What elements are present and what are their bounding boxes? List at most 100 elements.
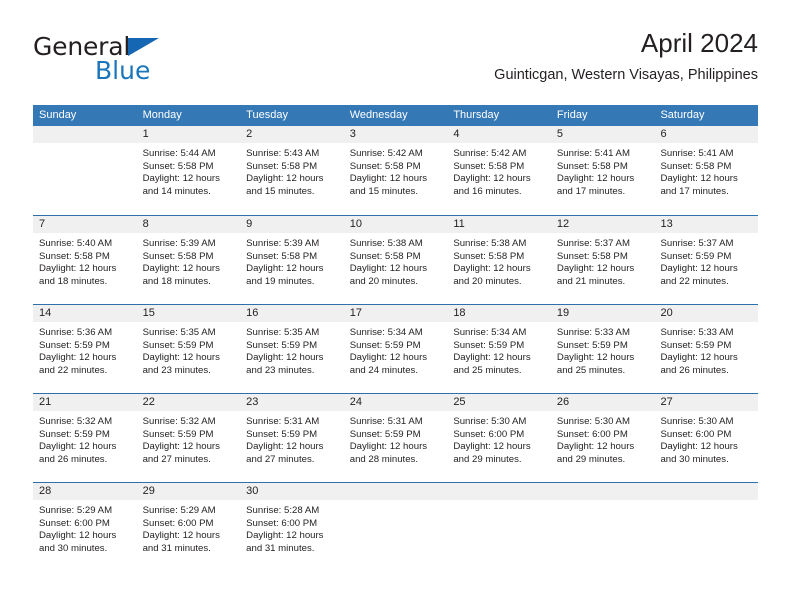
- calendar-day-cell[interactable]: 18 Sunrise: 5:34 AM Sunset: 5:59 PM Dayl…: [447, 305, 551, 393]
- day-details: Sunrise: 5:41 AM Sunset: 5:58 PM Dayligh…: [654, 143, 758, 198]
- sunset-text: Sunset: 5:59 PM: [246, 428, 318, 440]
- calendar-day-cell[interactable]: 21 Sunrise: 5:32 AM Sunset: 5:59 PM Dayl…: [33, 394, 137, 482]
- day-details: Sunrise: 5:31 AM Sunset: 5:59 PM Dayligh…: [240, 411, 344, 466]
- daylight-text-line2: and 22 minutes.: [39, 364, 108, 376]
- calendar-day-cell[interactable]: 25 Sunrise: 5:30 AM Sunset: 6:00 PM Dayl…: [447, 394, 551, 482]
- sunset-text: Sunset: 6:00 PM: [142, 517, 214, 529]
- daylight-text-line1: Daylight: 12 hours: [142, 441, 220, 453]
- day-number: 21: [33, 394, 137, 411]
- day-number: [550, 483, 655, 500]
- daylight-text-line2: and 28 minutes.: [349, 453, 419, 465]
- daylight-text-line2: and 23 minutes.: [246, 364, 315, 376]
- calendar-week-row: 1 Sunrise: 5:44 AM Sunset: 5:58 PM Dayli…: [33, 126, 759, 215]
- sunrise-text: Sunrise: 5:31 AM: [349, 416, 423, 427]
- calendar-day-cell: [447, 483, 551, 572]
- calendar-day-cell[interactable]: 11 Sunrise: 5:38 AM Sunset: 5:58 PM Dayl…: [447, 216, 551, 304]
- calendar-day-cell[interactable]: 30 Sunrise: 5:28 AM Sunset: 6:00 PM Dayl…: [240, 483, 344, 572]
- calendar-day-cell[interactable]: 7 Sunrise: 5:40 AM Sunset: 5:58 PM Dayli…: [33, 216, 137, 304]
- calendar-day-cell[interactable]: 27 Sunrise: 5:30 AM Sunset: 6:00 PM Dayl…: [654, 394, 759, 482]
- calendar-day-cell[interactable]: 23 Sunrise: 5:31 AM Sunset: 5:59 PM Dayl…: [240, 394, 344, 482]
- calendar-week-row: 14 Sunrise: 5:36 AM Sunset: 5:59 PM Dayl…: [33, 304, 759, 393]
- calendar-day-cell[interactable]: 15 Sunrise: 5:35 AM Sunset: 5:59 PM Dayl…: [136, 305, 241, 393]
- calendar-day-cell: [550, 483, 655, 572]
- daylight-text-line1: Daylight: 12 hours: [246, 173, 324, 185]
- calendar-day-cell[interactable]: 8 Sunrise: 5:39 AM Sunset: 5:58 PM Dayli…: [136, 216, 241, 304]
- day-details: Sunrise: 5:30 AM Sunset: 6:00 PM Dayligh…: [447, 411, 551, 466]
- daylight-text-line2: and 16 minutes.: [453, 185, 522, 197]
- day-details: [551, 500, 655, 505]
- sunset-text: Sunset: 6:00 PM: [39, 517, 110, 529]
- calendar-day-cell[interactable]: 10 Sunrise: 5:38 AM Sunset: 5:58 PM Dayl…: [343, 216, 448, 304]
- calendar-day-cell[interactable]: 9 Sunrise: 5:39 AM Sunset: 5:58 PM Dayli…: [240, 216, 344, 304]
- day-number: [654, 483, 759, 500]
- sunset-text: Sunset: 5:59 PM: [39, 428, 110, 440]
- day-details: [33, 143, 137, 148]
- calendar-day-cell[interactable]: 12 Sunrise: 5:37 AM Sunset: 5:58 PM Dayl…: [550, 216, 655, 304]
- calendar-day-cell[interactable]: 6 Sunrise: 5:41 AM Sunset: 5:58 PM Dayli…: [654, 126, 759, 215]
- sunset-text: Sunset: 5:58 PM: [39, 250, 110, 262]
- day-details: Sunrise: 5:31 AM Sunset: 5:59 PM Dayligh…: [344, 411, 448, 466]
- sunrise-text: Sunrise: 5:34 AM: [453, 327, 527, 338]
- calendar-day-cell[interactable]: 17 Sunrise: 5:34 AM Sunset: 5:59 PM Dayl…: [343, 305, 448, 393]
- sunrise-text: Sunrise: 5:43 AM: [246, 148, 320, 159]
- calendar-day-cell[interactable]: 16 Sunrise: 5:35 AM Sunset: 5:59 PM Dayl…: [240, 305, 344, 393]
- day-number: 2: [240, 126, 344, 143]
- sunrise-text: Sunrise: 5:31 AM: [246, 416, 320, 427]
- daylight-text-line1: Daylight: 12 hours: [660, 441, 738, 453]
- calendar-week-row: 21 Sunrise: 5:32 AM Sunset: 5:59 PM Dayl…: [33, 393, 759, 482]
- daylight-text-line2: and 31 minutes.: [142, 542, 211, 554]
- calendar-day-cell[interactable]: 13 Sunrise: 5:37 AM Sunset: 5:59 PM Dayl…: [654, 216, 759, 304]
- day-number: 5: [550, 126, 655, 143]
- sunset-text: Sunset: 5:59 PM: [246, 339, 318, 351]
- sunrise-text: Sunrise: 5:39 AM: [246, 238, 320, 249]
- calendar-day-cell[interactable]: 19 Sunrise: 5:33 AM Sunset: 5:59 PM Dayl…: [550, 305, 655, 393]
- sunrise-text: Sunrise: 5:30 AM: [453, 416, 527, 427]
- day-details: Sunrise: 5:35 AM Sunset: 5:59 PM Dayligh…: [137, 322, 241, 377]
- calendar-day-cell[interactable]: 29 Sunrise: 5:29 AM Sunset: 6:00 PM Dayl…: [136, 483, 241, 572]
- calendar-day-cell[interactable]: 5 Sunrise: 5:41 AM Sunset: 5:58 PM Dayli…: [550, 126, 655, 215]
- day-number: 17: [343, 305, 448, 322]
- logo-text-blue: Blue: [95, 56, 151, 85]
- calendar-day-cell[interactable]: 26 Sunrise: 5:30 AM Sunset: 6:00 PM Dayl…: [550, 394, 655, 482]
- day-number: 16: [240, 305, 344, 322]
- daylight-text-line2: and 25 minutes.: [453, 364, 522, 376]
- calendar-day-cell: [343, 483, 448, 572]
- calendar-day-cell[interactable]: 3 Sunrise: 5:42 AM Sunset: 5:58 PM Dayli…: [343, 126, 448, 215]
- daylight-text-line2: and 20 minutes.: [453, 275, 522, 287]
- day-number: 7: [33, 216, 137, 233]
- calendar-day-cell[interactable]: 28 Sunrise: 5:29 AM Sunset: 6:00 PM Dayl…: [33, 483, 137, 572]
- sunset-text: Sunset: 6:00 PM: [453, 428, 525, 440]
- weekday-header-thursday: Thursday: [453, 109, 500, 121]
- daylight-text-line1: Daylight: 12 hours: [246, 441, 324, 453]
- daylight-text-line1: Daylight: 12 hours: [453, 263, 531, 275]
- daylight-text-line1: Daylight: 12 hours: [453, 441, 531, 453]
- daylight-text-line2: and 20 minutes.: [349, 275, 419, 287]
- day-details: Sunrise: 5:39 AM Sunset: 5:58 PM Dayligh…: [240, 233, 344, 288]
- day-number: 29: [136, 483, 241, 500]
- calendar-day-cell[interactable]: 1 Sunrise: 5:44 AM Sunset: 5:58 PM Dayli…: [136, 126, 241, 215]
- calendar-day-cell[interactable]: 4 Sunrise: 5:42 AM Sunset: 5:58 PM Dayli…: [447, 126, 551, 215]
- sunrise-text: Sunrise: 5:35 AM: [142, 327, 216, 338]
- calendar-day-cell[interactable]: 20 Sunrise: 5:33 AM Sunset: 5:59 PM Dayl…: [654, 305, 759, 393]
- sunset-text: Sunset: 6:00 PM: [660, 428, 732, 440]
- sunset-text: Sunset: 5:59 PM: [556, 339, 628, 351]
- day-details: Sunrise: 5:34 AM Sunset: 5:59 PM Dayligh…: [344, 322, 448, 377]
- calendar-day-cell[interactable]: 14 Sunrise: 5:36 AM Sunset: 5:59 PM Dayl…: [33, 305, 137, 393]
- daylight-text-line2: and 15 minutes.: [246, 185, 315, 197]
- daylight-text-line1: Daylight: 12 hours: [660, 263, 738, 275]
- sunrise-text: Sunrise: 5:37 AM: [556, 238, 630, 249]
- daylight-text-line1: Daylight: 12 hours: [246, 530, 324, 542]
- sunset-text: Sunset: 5:59 PM: [660, 339, 732, 351]
- sunset-text: Sunset: 5:59 PM: [39, 339, 110, 351]
- calendar-day-cell[interactable]: 22 Sunrise: 5:32 AM Sunset: 5:59 PM Dayl…: [136, 394, 241, 482]
- day-number: 3: [343, 126, 448, 143]
- sunset-text: Sunset: 6:00 PM: [246, 517, 318, 529]
- sunset-text: Sunset: 5:58 PM: [349, 250, 421, 262]
- sunset-text: Sunset: 5:58 PM: [660, 160, 732, 172]
- calendar-week-row: 7 Sunrise: 5:40 AM Sunset: 5:58 PM Dayli…: [33, 215, 759, 304]
- day-details: Sunrise: 5:32 AM Sunset: 5:59 PM Dayligh…: [137, 411, 241, 466]
- weekday-header-wednesday: Wednesday: [349, 109, 408, 121]
- calendar-day-cell[interactable]: 24 Sunrise: 5:31 AM Sunset: 5:59 PM Dayl…: [343, 394, 448, 482]
- calendar-day-cell[interactable]: 2 Sunrise: 5:43 AM Sunset: 5:58 PM Dayli…: [240, 126, 344, 215]
- daylight-text-line2: and 14 minutes.: [142, 185, 211, 197]
